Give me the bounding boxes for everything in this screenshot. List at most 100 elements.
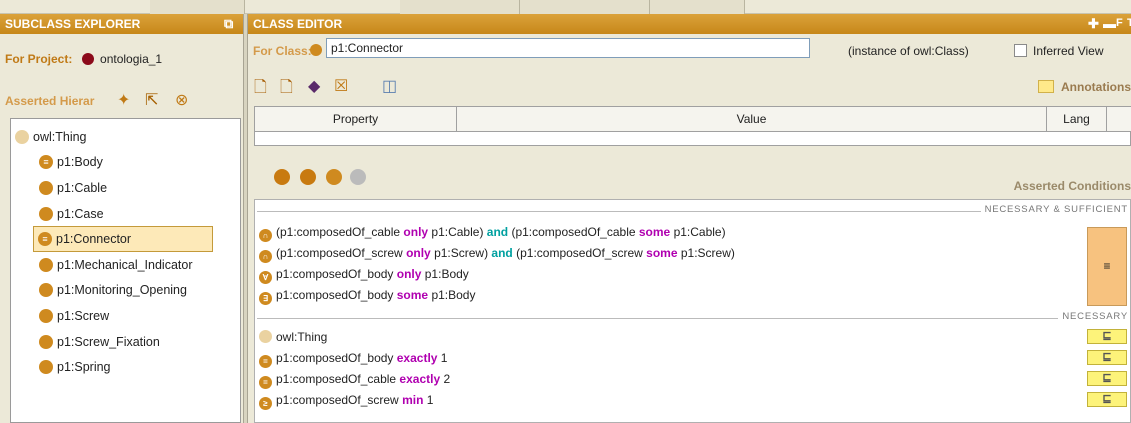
view-icon[interactable]: ◫ [382,76,397,96]
create-sibling-icon[interactable]: ⇱ [145,90,158,110]
hierarchy-label: Asserted Hierar [5,94,95,108]
annotations-link[interactable]: Annotations [1038,80,1131,94]
instance-of-text: (instance of owl:Class) [848,44,969,58]
subclass-button[interactable]: ⊑ [1087,371,1127,386]
cardinality-icon: = [259,376,272,389]
condition-row[interactable]: ∃ p1:composedOf_body some p1:Body [259,286,475,305]
minimize-icon[interactable]: ▬ [1103,17,1116,30]
restriction-keyword: only [403,225,429,239]
condition-row[interactable]: owl:Thing [259,328,327,346]
condition-row[interactable]: ∀ p1:composedOf_body only p1:Body [259,265,469,284]
and-operator: and [486,225,509,239]
subclass-button[interactable]: ⊑ [1087,350,1127,365]
class-icon [39,180,53,195]
annotations-label: Annotations [1061,80,1131,94]
tree-item-mechanical-indicator[interactable]: p1:Mechanical_Indicator [11,252,240,278]
restriction-keyword: exactly [399,372,441,386]
add-icon[interactable]: ✚ [1088,17,1099,30]
create-expression-icon[interactable] [300,169,316,185]
condition-text: p1:composedOf_body [276,351,397,365]
column-header-lang[interactable]: Lang [1047,107,1107,132]
class-icon [15,129,29,144]
class-icon [39,206,53,221]
class-editor-panel: For Class: p1:Connector (instance of owl… [248,34,1131,423]
necessary-header: NECESSARY [1058,311,1128,322]
inferred-view-checkbox[interactable] [1014,44,1027,57]
subclass-explorer-panel: For Project: ontologia_1 Asserted Hierar… [0,34,243,423]
delete-class-icon[interactable]: ⊗ [175,90,188,110]
restriction-keyword: some [396,288,429,302]
equivalent-class-button[interactable]: ≡ [1087,227,1127,306]
condition-text: p1:composedOf_cable [276,372,400,386]
tab-stub[interactable] [150,0,245,14]
class-icon [39,308,53,323]
create-datatype-property-icon[interactable]: 🗋 [280,76,293,103]
tree-item-label: p1:Screw_Fixation [57,334,160,349]
conditions-panel: NECESSARY & SUFFICIENT ∩ (p1:composedOf_c… [254,199,1131,423]
maximize-icon[interactable]: ⧉ [224,17,233,30]
tree-item-monitoring-opening[interactable]: p1:Monitoring_Opening [11,278,240,304]
create-property-icon[interactable]: 🗋 [254,76,267,103]
tree-item-cable[interactable]: p1:Cable [11,175,240,201]
defined-class-icon: ≡ [39,155,53,170]
column-header-value[interactable]: Value [457,107,1047,132]
intersection-icon: ∩ [259,250,272,263]
defined-class-icon: ≡ [38,232,52,247]
tree-item-connector[interactable]: ≡ p1:Connector [33,226,213,252]
tree-item-body[interactable]: ≡ p1:Body [11,150,240,176]
restriction-keyword: some [646,246,678,260]
class-tree[interactable]: owl:Thing ≡ p1:Body p1:Cable p1:Case ≡ p… [10,118,241,423]
class-icon [39,257,53,272]
filter-icon[interactable]: F [1116,17,1123,30]
intersection-icon: ∩ [259,229,272,242]
create-restriction-icon[interactable] [274,169,290,185]
condition-text: p1:Body [421,267,469,281]
condition-text: 2 [440,372,451,386]
remove-property-icon[interactable]: ☒ [334,76,348,96]
condition-text: (p1:composedOf_screw [512,246,647,260]
defined-class-icon [310,44,322,56]
remove-condition-icon[interactable] [350,169,366,185]
tree-item-spring[interactable]: p1:Spring [11,354,240,380]
tree-item-screw-fixation[interactable]: p1:Screw_Fixation [11,329,240,355]
condition-row[interactable]: ∩ (p1:composedOf_screw only p1:Screw) and… [259,244,735,263]
tree-icon[interactable]: T [1127,17,1131,30]
tab-stub[interactable] [520,0,650,14]
tree-item-screw[interactable]: p1:Screw [11,303,240,329]
add-named-class-icon[interactable] [326,169,342,185]
condition-text: p1:composedOf_body [276,267,397,281]
class-icon [39,360,53,375]
condition-row[interactable]: = p1:composedOf_body exactly 1 [259,349,447,368]
condition-row[interactable]: ≥ p1:composedOf_screw min 1 [259,391,434,410]
condition-text: (p1:composedOf_cable [508,225,639,239]
subclass-button[interactable]: ⊑ [1087,392,1127,407]
restriction-keyword: some [638,225,671,239]
class-icon [39,283,53,298]
condition-text: (p1:composedOf_screw [276,246,407,260]
condition-text: p1:composedOf_body [276,288,397,302]
tree-item-owl-thing[interactable]: owl:Thing [11,124,240,150]
tab-stub[interactable] [650,0,745,14]
section-divider [257,318,1128,319]
column-header-extra[interactable] [1107,107,1131,132]
tab-stub[interactable] [400,0,520,14]
class-name-field[interactable]: p1:Connector [326,38,810,58]
create-subclass-icon[interactable]: ✦ [117,90,130,110]
all-values-icon: ∀ [259,271,272,284]
tree-item-case[interactable]: p1:Case [11,201,240,227]
condition-text: 1 [423,393,434,407]
necessary-sufficient-header: NECESSARY & SUFFICIENT [980,204,1128,215]
tree-item-label: p1:Body [57,155,103,170]
condition-row[interactable]: ∩ (p1:composedOf_cable only p1:Cable) and… [259,223,726,242]
condition-text: p1:Screw) [430,246,492,260]
and-operator: and [491,246,513,260]
subclass-button[interactable]: ⊑ [1087,329,1127,344]
add-property-icon[interactable]: ◆ [308,76,320,96]
condition-text: p1:Cable) [670,225,726,239]
condition-text: p1:Screw) [677,246,735,260]
class-editor-title: CLASS EDITOR [253,17,343,31]
tree-item-label: p1:Case [57,206,104,221]
condition-row[interactable]: = p1:composedOf_cable exactly 2 [259,370,451,389]
column-header-property[interactable]: Property [255,107,457,132]
property-table: Property Value Lang [254,106,1131,146]
